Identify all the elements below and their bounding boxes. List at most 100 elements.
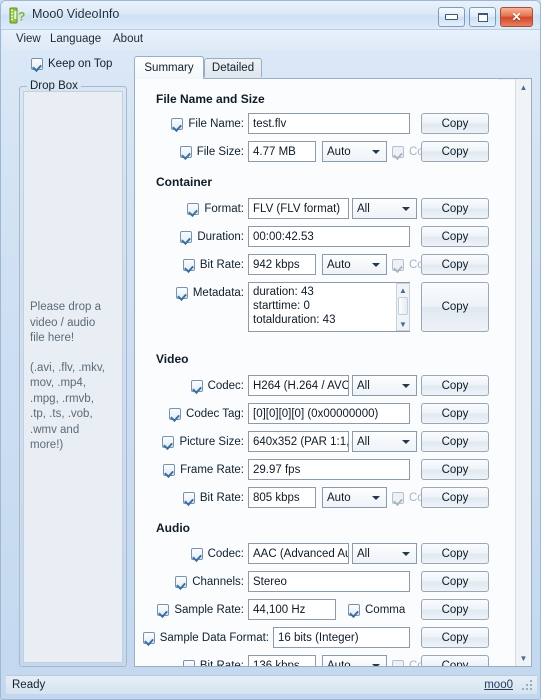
resize-grip-icon[interactable] [522,680,533,691]
codec-tag-input[interactable]: [0][0][0][0] (0x00000000) [248,403,410,424]
file-name-input[interactable]: test.flv [248,113,410,134]
tab-strip: Summary Detailed [134,56,532,79]
file-size-unit-select[interactable]: Auto [322,141,387,162]
file-name-checkbox[interactable]: File Name: [156,113,244,135]
copy-button-channels[interactable]: Copy [421,571,489,592]
copy-button-metadata[interactable]: Copy [421,282,489,332]
copy-button-audio-codec[interactable]: Copy [421,543,489,564]
codec-tag-checkbox[interactable]: Codec Tag: [156,403,244,425]
video-codec-unit-select[interactable]: All [352,375,417,396]
copy-button-sample-data-format[interactable]: Copy [421,627,489,648]
format-unit-select[interactable]: All [352,198,417,219]
chevron-down-icon [402,207,410,211]
drop-line-2: video / audio [30,316,96,329]
checkbox-icon [348,603,360,616]
minimize-button[interactable] [438,7,465,27]
container-bit-rate-unit-value: Auto [327,258,351,271]
section-title-video: Video [156,352,189,366]
picture-size-unit-value: All [357,435,370,448]
video-codec-input[interactable]: H264 (H.264 / AVC / M [248,375,349,396]
format-checkbox[interactable]: Format: [156,198,244,220]
audio-bit-rate-input[interactable]: 136 kbps [248,655,316,666]
video-bit-rate-unit-select[interactable]: Auto [322,487,387,508]
channels-checkbox[interactable]: Channels: [156,571,244,593]
keep-on-top-checkbox[interactable]: Keep on Top [31,58,112,70]
metadata-textarea[interactable]: duration: 43 starttime: 0 totalduration:… [248,282,410,332]
moo0-link[interactable]: moo0 [484,679,513,691]
video-bit-rate-unit-value: Auto [327,491,351,504]
duration-checkbox[interactable]: Duration: [156,226,244,248]
sample-rate-input[interactable]: 44,100 Hz [248,599,336,620]
checkbox-icon [392,258,404,271]
tab-detailed[interactable]: Detailed [204,58,262,77]
file-name-label: File Name: [188,118,244,130]
codec-tag-label: Codec Tag: [186,408,244,420]
maximize-button[interactable] [469,7,496,27]
copy-button-picture-size[interactable]: Copy [421,431,489,452]
file-size-input[interactable]: 4.77 MB [248,141,316,162]
audio-bit-rate-unit-select[interactable]: Auto [322,655,387,666]
sample-data-format-input[interactable]: 16 bits (Integer) [273,627,410,648]
checkbox-icon [392,659,404,666]
sample-rate-checkbox[interactable]: Sample Rate: [148,599,244,621]
tab-page-summary: ▲ ▼ ▲ ▼ File Name and Size File Name: [134,78,532,667]
audio-bit-rate-label: Bit Rate: [199,660,244,666]
application-window: ? Moo0 VideoInfo ✕ View Language About K… [0,0,541,700]
audio-codec-input[interactable]: AAC (Advanced Audio [248,543,349,564]
picture-size-input[interactable]: 640x352 (PAR 1:1, [248,431,349,452]
metadata-scroll-down-icon[interactable]: ▼ [397,318,409,330]
audio-codec-checkbox[interactable]: Codec: [156,543,244,565]
container-bit-rate-input[interactable]: 942 kbps [248,254,316,275]
drop-zone[interactable]: Please drop a video / audio file here! (… [23,91,123,663]
picture-size-checkbox[interactable]: Picture Size: [148,431,244,453]
copy-button-file-name[interactable]: Copy [421,113,489,134]
channels-input[interactable]: Stereo [248,571,410,592]
metadata-scroll-up-icon[interactable]: ▲ [397,284,409,296]
close-button[interactable]: ✕ [500,7,533,27]
video-bit-rate-checkbox[interactable]: Bit Rate: [156,487,244,509]
copy-button-video-bit-rate[interactable]: Copy [421,487,489,508]
format-input[interactable]: FLV (FLV format) [248,198,349,219]
scroll-up-icon[interactable]: ▲ [516,79,531,95]
tab-summary[interactable]: Summary [134,56,204,79]
metadata-scroll-thumb[interactable] [398,297,408,315]
audio-bit-rate-checkbox[interactable]: Bit Rate: [156,655,244,666]
checkbox-icon [169,408,182,420]
format-label: Format: [204,203,244,215]
video-codec-checkbox[interactable]: Codec: [156,375,244,397]
close-icon: ✕ [511,10,522,24]
chevron-down-icon [372,263,380,267]
menu-item-view[interactable]: View [10,33,47,48]
copy-button-format[interactable]: Copy [421,198,489,219]
sample-rate-comma-checkbox[interactable]: Comma [348,599,405,620]
duration-input[interactable]: 00:00:42.53 [248,226,410,247]
copy-button-codec-tag[interactable]: Copy [421,403,489,424]
video-bit-rate-input[interactable]: 805 kbps [248,487,316,508]
copy-button-container-bit-rate[interactable]: Copy [421,254,489,275]
copy-button-audio-bit-rate[interactable]: Copy [421,655,489,666]
metadata-line-3: totalduration: 43 [253,314,336,326]
scroll-down-icon[interactable]: ▼ [516,650,531,666]
frame-rate-checkbox[interactable]: Frame Rate: [152,459,244,481]
container-bit-rate-checkbox[interactable]: Bit Rate: [156,254,244,276]
container-bit-rate-unit-select[interactable]: Auto [322,254,387,275]
checkbox-icon [392,491,404,504]
file-size-label: File Size: [196,146,244,158]
copy-button-sample-rate[interactable]: Copy [421,599,489,620]
sample-data-format-checkbox[interactable]: Sample Data Format: [136,627,269,649]
menu-item-language[interactable]: Language [44,33,107,48]
copy-button-frame-rate[interactable]: Copy [421,459,489,480]
metadata-checkbox[interactable]: Metadata: [156,282,244,304]
chevron-down-icon [372,150,380,154]
picture-size-unit-select[interactable]: All [352,431,417,452]
audio-codec-unit-select[interactable]: All [352,543,417,564]
frame-rate-input[interactable]: 29.97 fps [248,459,410,480]
copy-button-video-codec[interactable]: Copy [421,375,489,396]
copy-button-duration[interactable]: Copy [421,226,489,247]
metadata-scrollbar[interactable]: ▲ ▼ [396,283,410,331]
copy-button-file-size[interactable]: Copy [421,141,489,162]
file-size-checkbox[interactable]: File Size: [156,141,244,163]
outer-scrollbar[interactable]: ▲ ▼ [515,79,531,666]
menu-item-about[interactable]: About [107,33,149,48]
svg-text:?: ? [18,10,25,24]
